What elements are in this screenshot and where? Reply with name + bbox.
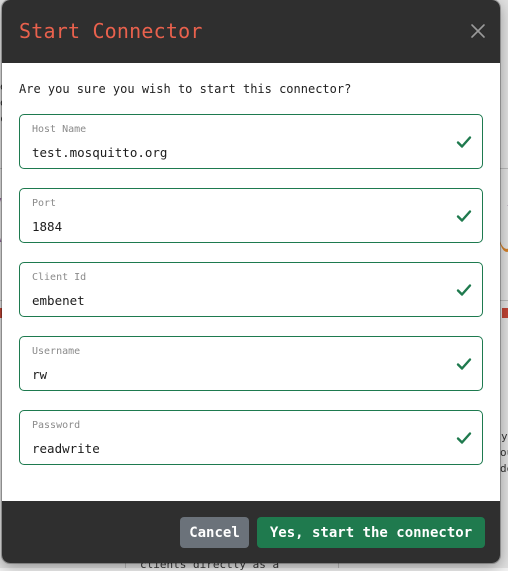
dialog-footer: Cancel Yes, start the connector [2, 501, 500, 563]
confirmation-question: Are you sure you wish to start this conn… [19, 82, 352, 96]
check-icon [456, 284, 472, 296]
port-label: Port [32, 198, 57, 209]
username-label: Username [32, 346, 81, 357]
start-connector-dialog: Start Connector Are you sure you wish to… [2, 0, 500, 563]
dialog-title: Start Connector [19, 19, 203, 43]
close-icon [471, 24, 485, 38]
port-input[interactable] [32, 219, 432, 234]
client-id-input[interactable] [32, 293, 432, 308]
password-label: Password [32, 420, 81, 431]
host-name-field: Host Name [19, 114, 483, 169]
cancel-button[interactable]: Cancel [180, 517, 249, 548]
port-field: Port [19, 188, 483, 243]
client-id-label: Client Id [32, 272, 87, 283]
dialog-header: Start Connector [2, 0, 500, 63]
check-icon [456, 358, 472, 370]
client-id-field: Client Id [19, 262, 483, 317]
host-name-input[interactable] [32, 145, 432, 160]
password-input[interactable] [32, 441, 432, 456]
check-icon [456, 432, 472, 444]
start-connector-button[interactable]: Yes, start the connector [257, 517, 485, 548]
dialog-body: Are you sure you wish to start this conn… [2, 63, 500, 501]
username-input[interactable] [32, 367, 432, 382]
username-field: Username [19, 336, 483, 391]
check-icon [456, 210, 472, 222]
host-name-label: Host Name [32, 124, 87, 135]
check-icon [456, 136, 472, 148]
close-button[interactable] [468, 21, 488, 41]
password-field: Password [19, 410, 483, 465]
